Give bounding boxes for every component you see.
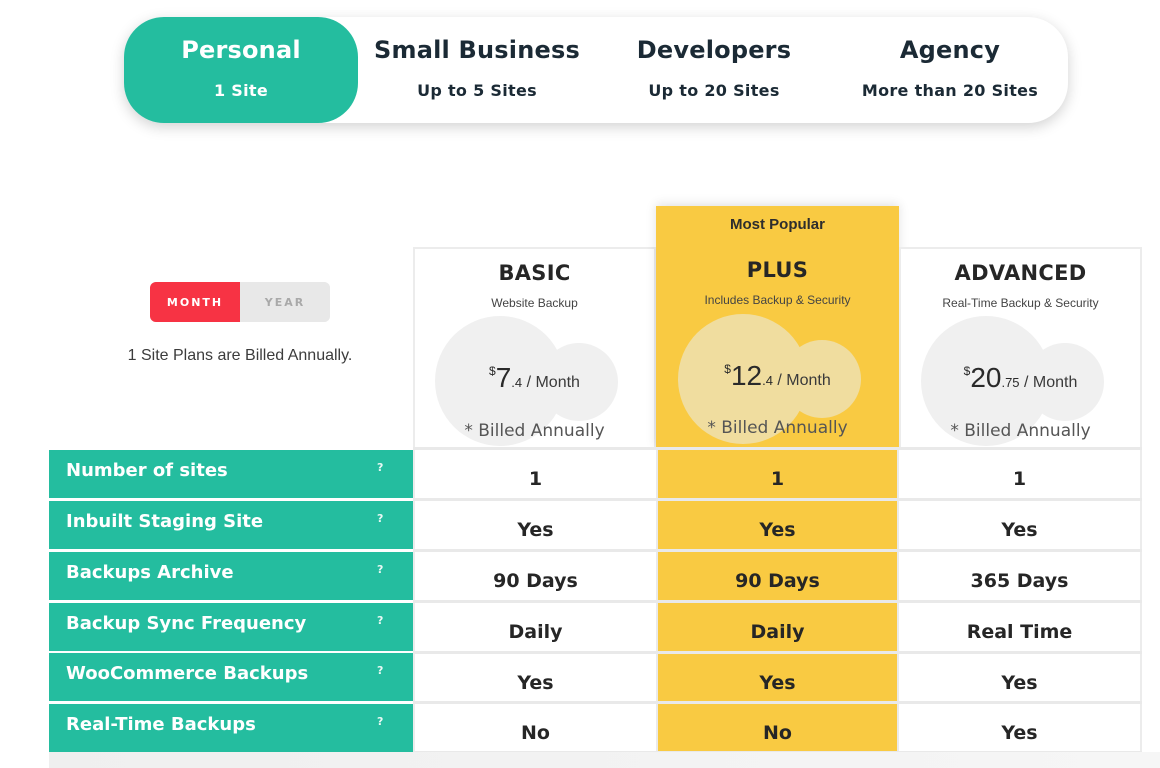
feature-cell-basic: 90 Days xyxy=(413,552,656,601)
feature-label: Number of sites ? xyxy=(49,450,413,498)
feature-cell-basic: Yes xyxy=(413,654,656,703)
tab-title: Developers xyxy=(636,36,792,64)
billed-note: * Billed Annually xyxy=(464,421,605,441)
plan-description: Real-Time Backup & Security xyxy=(942,296,1099,310)
feature-name: Backup Sync Frequency xyxy=(66,613,307,634)
tab-subtitle: More than 20 Sites xyxy=(861,81,1039,100)
feature-label: Backups Archive ? xyxy=(49,552,413,600)
plan-price: $7.4 / Month xyxy=(415,362,654,394)
price-period: / Month xyxy=(522,374,580,391)
most-popular-badge: Most Popular xyxy=(729,216,825,233)
price-integer: 7 xyxy=(495,362,512,393)
feature-cell-plus: 1 xyxy=(656,450,899,499)
feature-label: WooCommerce Backups ? xyxy=(49,653,413,701)
feature-cell-basic: No xyxy=(413,704,656,753)
plan-name: ADVANCED xyxy=(954,261,1087,285)
feature-cell-advanced: 365 Days xyxy=(899,552,1142,601)
year-option[interactable]: YEAR xyxy=(240,282,330,322)
feature-cell-advanced: Yes xyxy=(899,654,1142,703)
feature-cell-advanced: Real Time xyxy=(899,603,1142,652)
feature-cell-advanced: Yes xyxy=(899,501,1142,550)
feature-name: Backups Archive xyxy=(66,562,234,583)
help-icon[interactable]: ? xyxy=(377,715,383,728)
feature-cell-plus: Daily xyxy=(656,603,899,652)
help-icon[interactable]: ? xyxy=(377,664,383,677)
feature-cell-plus: Yes xyxy=(656,501,899,550)
tab-title: Agency xyxy=(899,36,1001,64)
feature-cell-advanced: Yes xyxy=(899,704,1142,753)
plan-card-plus: Most Popular PLUS Includes Backup & Secu… xyxy=(656,206,899,449)
feature-cell-plus: Yes xyxy=(656,654,899,703)
tab-small-business[interactable]: Small Business Up to 5 Sites xyxy=(358,17,596,123)
currency-symbol: $ xyxy=(489,364,496,378)
feature-cell-basic: Yes xyxy=(413,501,656,550)
feature-cell-plus: No xyxy=(656,704,899,753)
plan-price: $20.75 / Month xyxy=(901,362,1140,394)
currency-symbol: $ xyxy=(724,362,731,376)
tab-personal[interactable]: Personal 1 Site xyxy=(124,17,358,123)
tab-subtitle: 1 Site xyxy=(213,81,268,100)
footer-strip xyxy=(49,752,1160,768)
help-icon[interactable]: ? xyxy=(377,461,383,474)
feature-name: WooCommerce Backups xyxy=(66,663,309,684)
plan-description: Website Backup xyxy=(491,296,578,310)
price-decimal: .75 xyxy=(1001,375,1020,390)
price-integer: 20 xyxy=(970,362,1002,393)
feature-cell-basic: 1 xyxy=(413,450,656,499)
feature-name: Real-Time Backups xyxy=(66,714,256,735)
billing-period-toggle: MONTH YEAR xyxy=(150,282,330,322)
feature-cell-advanced: 1 xyxy=(899,450,1142,499)
feature-label: Real-Time Backups ? xyxy=(49,704,413,752)
help-icon[interactable]: ? xyxy=(377,614,383,627)
tab-subtitle: Up to 5 Sites xyxy=(417,81,537,100)
feature-name: Inbuilt Staging Site xyxy=(66,511,264,532)
price-integer: 12 xyxy=(730,360,763,391)
feature-label: Backup Sync Frequency ? xyxy=(49,603,413,651)
price-period: / Month xyxy=(1019,374,1078,391)
tab-agency[interactable]: Agency More than 20 Sites xyxy=(832,17,1068,123)
help-icon[interactable]: ? xyxy=(377,512,383,525)
feature-name: Number of sites xyxy=(66,460,228,481)
tab-title: Small Business xyxy=(374,36,580,64)
price-period: / Month xyxy=(772,372,831,389)
plan-name: PLUS xyxy=(746,258,809,282)
feature-label: Inbuilt Staging Site ? xyxy=(49,501,413,549)
plan-name: BASIC xyxy=(498,261,571,285)
feature-cell-basic: Daily xyxy=(413,603,656,652)
tab-developers[interactable]: Developers Up to 20 Sites xyxy=(596,17,832,123)
tab-subtitle: Up to 20 Sites xyxy=(648,81,780,100)
price-decimal: .4 xyxy=(762,373,773,388)
feature-cell-plus: 90 Days xyxy=(656,552,899,601)
plan-card-advanced: ADVANCED Real-Time Backup & Security $20… xyxy=(899,247,1142,449)
month-option[interactable]: MONTH xyxy=(150,282,240,322)
price-decimal: .4 xyxy=(511,375,523,390)
currency-symbol: $ xyxy=(963,364,971,378)
billed-note: * Billed Annually xyxy=(950,421,1091,441)
plan-price: $12.4 / Month xyxy=(656,360,899,392)
site-count-tabs: Personal 1 Site Small Business Up to 5 S… xyxy=(124,17,1068,123)
billed-note: * Billed Annually xyxy=(707,418,848,438)
help-icon[interactable]: ? xyxy=(377,563,383,576)
plan-card-basic: BASIC Website Backup $7.4 / Month * Bill… xyxy=(413,247,656,449)
tab-title: Personal xyxy=(181,36,301,64)
billing-note: 1 Site Plans are Billed Annually. xyxy=(127,347,353,364)
plan-description: Includes Backup & Security xyxy=(704,293,851,307)
